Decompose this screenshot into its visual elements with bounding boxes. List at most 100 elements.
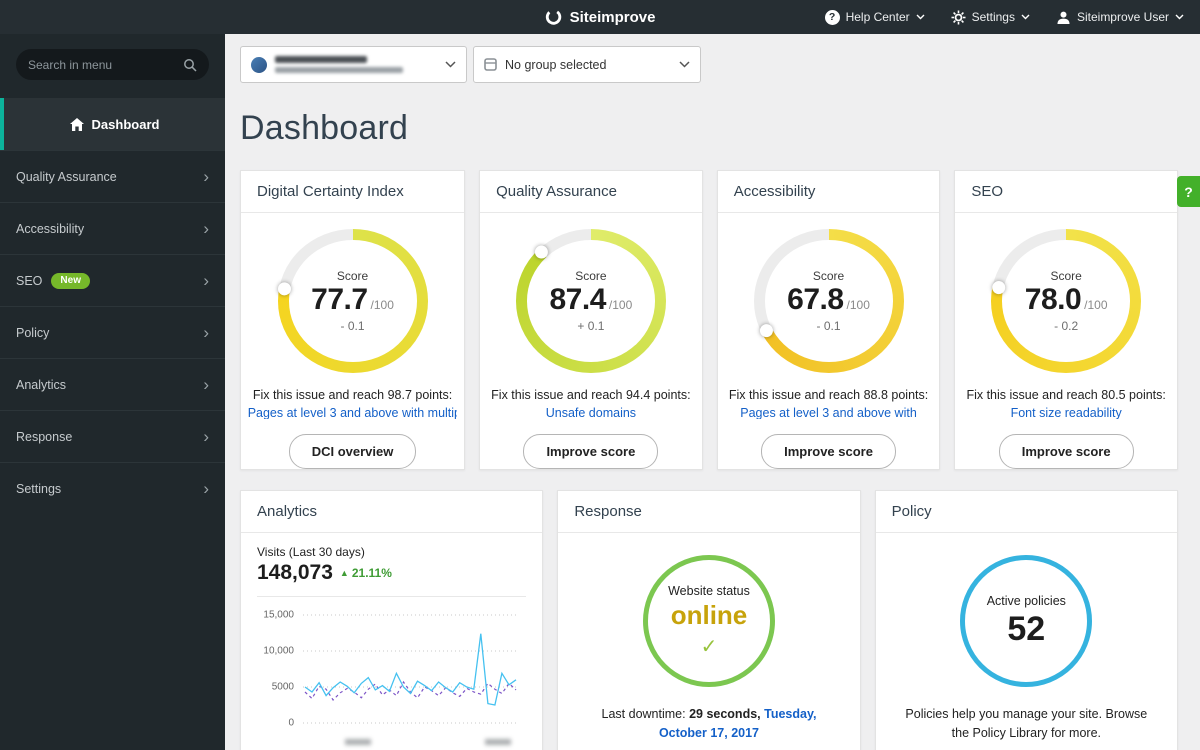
card-title: Accessibility: [717, 171, 940, 213]
response-card: Response Website status online ✓ Last do…: [557, 490, 861, 750]
score-delta: - 0.1: [816, 318, 841, 333]
accessibility-gauge: Score 67.8/100 - 0.1: [753, 229, 904, 373]
settings-menu[interactable]: Settings: [951, 10, 1030, 25]
chart-y-axis: 15,000 10,000 5000 0: [263, 609, 294, 729]
chevron-right-icon: ›: [203, 375, 209, 394]
brand-name: Siteimprove: [569, 8, 656, 26]
sidebar-item-response[interactable]: Response ›: [0, 410, 225, 462]
group-selector[interactable]: No group selected: [473, 46, 701, 83]
card-title: Quality Assurance: [480, 171, 702, 213]
sidebar-item-label: Quality Assurance: [16, 169, 117, 184]
fix-link[interactable]: Pages at level 3 and above with: [740, 406, 917, 419]
score-value: 77.7: [311, 282, 368, 316]
sidebar-item-settings[interactable]: Settings ›: [0, 462, 225, 514]
site-selector[interactable]: [240, 46, 467, 83]
redacted-site-name: [275, 56, 403, 73]
quality-assurance-card: Quality Assurance Score 87.4/100 + 0.1 F…: [479, 170, 703, 470]
visits-delta: ▲ 21.11%: [339, 566, 392, 580]
dci-overview-button[interactable]: DCI overview: [288, 434, 417, 469]
sidebar-item-policy[interactable]: Policy ›: [0, 306, 225, 358]
downtime-text: Last downtime: 29 seconds, Tuesday, Octo…: [601, 707, 817, 740]
site-favicon: [251, 56, 267, 73]
website-status-circle: Website status online ✓: [642, 555, 775, 687]
up-arrow-icon: ▲: [339, 568, 349, 578]
sidebar-item-label: Dashboard: [91, 116, 160, 132]
chevron-down-icon: [445, 61, 456, 68]
improve-score-button[interactable]: Improve score: [523, 434, 659, 469]
chevron-right-icon: ›: [203, 219, 209, 238]
active-policies-label: Active policies: [986, 593, 1066, 608]
check-icon: ✓: [700, 635, 718, 658]
score-delta: - 0.2: [1054, 318, 1079, 333]
website-status-label: Website status: [668, 583, 750, 598]
chevron-down-icon: [1175, 14, 1184, 20]
active-policies-value: 52: [1007, 609, 1046, 648]
analytics-card: Analytics Visits (Last 30 days) 148,073 …: [240, 490, 544, 750]
help-center-menu[interactable]: ? Help Center: [824, 9, 925, 25]
sidebar-item-accessibility[interactable]: Accessibility ›: [0, 202, 225, 254]
line-chart: [303, 614, 518, 724]
score-denominator: /100: [846, 297, 870, 312]
accessibility-card: Accessibility Score 67.8/100 - 0.1 Fix t…: [716, 170, 941, 470]
score-value: 78.0: [1024, 282, 1082, 316]
score-value: 67.8: [787, 282, 844, 316]
help-tab-button[interactable]: ?: [1177, 176, 1200, 207]
sidebar: Dashboard Quality Assurance › Accessibil…: [0, 34, 225, 750]
fix-link[interactable]: Pages at level 3 and above with multiple: [248, 406, 458, 419]
sidebar-item-dashboard[interactable]: Dashboard: [0, 98, 225, 150]
score-delta: + 0.1: [577, 318, 605, 333]
policy-card: Policy Active policies 52 Policies help …: [874, 490, 1178, 750]
fix-link[interactable]: Unsafe domains: [546, 406, 636, 419]
user-menu[interactable]: Siteimprove User: [1056, 10, 1184, 25]
sidebar-item-label: Settings: [16, 481, 62, 496]
siteimprove-logo-icon: [545, 9, 562, 25]
search-icon[interactable]: [183, 58, 197, 72]
chevron-down-icon: [916, 14, 925, 20]
clipped-axis-label: [345, 739, 371, 745]
improve-score-button[interactable]: Improve score: [761, 434, 896, 469]
sidebar-item-analytics[interactable]: Analytics ›: [0, 358, 225, 410]
top-bar: Siteimprove ? Help Center Settings Sitei…: [0, 0, 1200, 34]
help-circle-icon: ?: [824, 9, 840, 25]
group-icon: [484, 58, 497, 71]
score-denominator: /100: [608, 297, 633, 312]
chevron-right-icon: ›: [203, 271, 209, 290]
card-title: Response: [558, 491, 860, 533]
sidebar-item-label: Analytics: [16, 377, 67, 392]
page-title: Dashboard: [240, 109, 409, 147]
score-denominator: /100: [370, 297, 394, 312]
score-label: Score: [812, 268, 845, 283]
sidebar-item-quality-assurance[interactable]: Quality Assurance ›: [0, 150, 225, 202]
user-label: Siteimprove User: [1076, 10, 1169, 24]
sidebar-item-label: SEO: [16, 273, 43, 288]
policy-description: Policies help you manage your site. Brow…: [905, 707, 1148, 740]
group-selector-value: No group selected: [505, 57, 607, 72]
active-policies-circle: Active policies 52: [960, 555, 1093, 687]
dci-card: Digital Certainty Index Score 77.7/100 -…: [240, 170, 466, 470]
help-center-label: Help Center: [845, 10, 910, 24]
chevron-right-icon: ›: [203, 479, 209, 498]
improve-score-button[interactable]: Improve score: [998, 434, 1134, 469]
fix-link[interactable]: Font size readability: [1011, 406, 1122, 419]
visits-label: Visits (Last 30 days): [257, 545, 365, 559]
sidebar-item-label: Response: [16, 429, 73, 444]
clipped-axis-label: [485, 739, 511, 745]
main-content: No group selected Dashboard Digital Cert…: [225, 34, 1200, 750]
score-value: 87.4: [549, 282, 607, 316]
menu-search[interactable]: [16, 49, 209, 80]
chevron-down-icon: [679, 61, 690, 68]
qa-gauge: Score 87.4/100 + 0.1: [515, 229, 666, 373]
sidebar-item-seo[interactable]: SEO New ›: [0, 254, 225, 306]
fix-text: Fix this issue and reach 98.7 points:: [252, 387, 453, 402]
card-title: Analytics: [241, 491, 543, 533]
new-badge: New: [51, 272, 90, 289]
visits-chart: 15,000 10,000 5000 0: [257, 609, 526, 745]
card-title: Digital Certainty Index: [241, 171, 465, 213]
chevron-right-icon: ›: [203, 167, 209, 186]
home-icon: [69, 117, 84, 131]
score-delta: - 0.1: [340, 318, 365, 333]
downtime-duration: 29 seconds,: [689, 707, 761, 721]
search-input[interactable]: [28, 57, 183, 72]
seo-card: SEO Score 78.0/100 - 0.2 Fix this issue …: [954, 170, 1178, 470]
sidebar-item-label: Accessibility: [16, 221, 85, 236]
